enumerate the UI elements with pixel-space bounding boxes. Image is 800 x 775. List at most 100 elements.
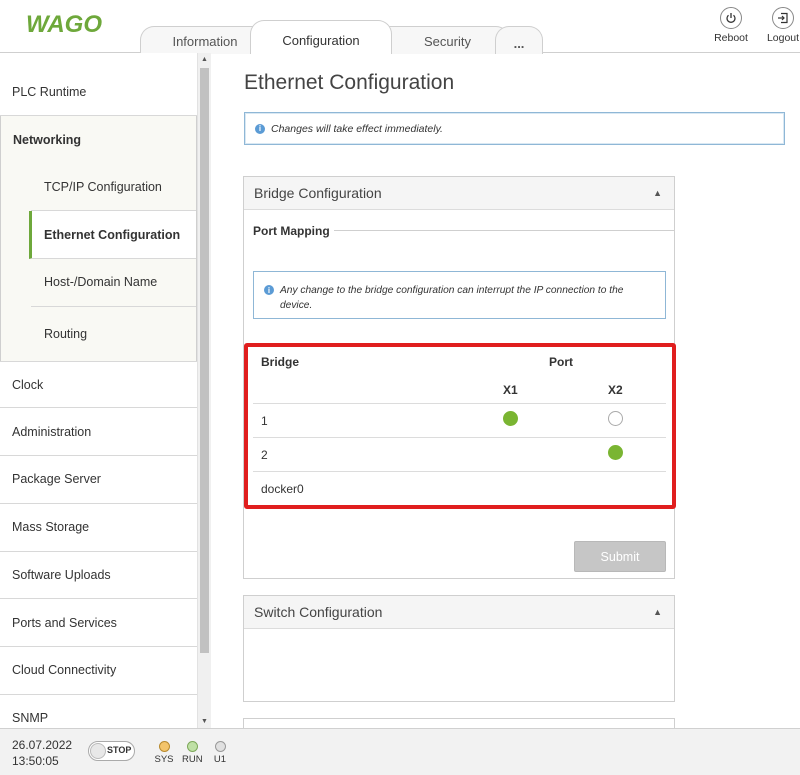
sidebar-subitem-label: Host-/Domain Name (44, 275, 158, 290)
sidebar-item-label: Software Uploads (12, 567, 111, 582)
column-header-x2: X2 (608, 383, 623, 397)
switch-panel-title: Switch Configuration (254, 604, 383, 620)
bridge-warning: i Any change to the bridge configuration… (253, 271, 666, 319)
collapsed-panel (243, 718, 675, 728)
sidebar-nav: PLC Runtime Networking TCP/IP Configurat… (0, 53, 197, 728)
logout-icon (772, 7, 794, 29)
sidebar-item-label: SNMP (12, 710, 49, 725)
info-notice-text: Changes will take effect immediately. (271, 122, 443, 135)
bridge-name: 2 (261, 448, 268, 462)
sidebar-subitem-routing[interactable]: Routing (31, 307, 196, 361)
led-label: SYS (154, 754, 174, 765)
sidebar-item-package-server[interactable]: Package Server (0, 456, 197, 504)
column-header-x1: X1 (503, 383, 518, 397)
radio-bridge1-x2[interactable] (608, 411, 623, 426)
sidebar-item-mass-storage[interactable]: Mass Storage (0, 504, 197, 552)
reboot-label: Reboot (714, 32, 748, 44)
table-row: 2 (253, 438, 666, 472)
radio-bridge2-x2[interactable] (608, 445, 623, 460)
column-header-port: Port (549, 355, 573, 369)
reboot-button[interactable]: Reboot (709, 7, 753, 44)
scrollbar-thumb[interactable] (200, 68, 209, 653)
led-indicator-icon (214, 741, 226, 752)
date-text: 26.07.2022 (12, 738, 73, 752)
scroll-up-arrow-icon[interactable]: ▲ (198, 53, 211, 66)
sidebar-scrollbar[interactable]: ▲ ▼ (197, 53, 211, 728)
wago-logo[interactable]: WAGO (26, 10, 106, 38)
sidebar-subitem-label: TCP/IP Configuration (44, 180, 162, 195)
logout-label: Logout (766, 32, 800, 44)
info-icon: i (255, 123, 265, 134)
sidebar-subitem-label: Ethernet Configuration (44, 227, 181, 242)
status-bar: 26.07.2022 13:50:05 STOP SYS RUN U1 (0, 728, 800, 775)
sidebar-item-label: Package Server (12, 472, 101, 487)
bridge-panel-title: Bridge Configuration (254, 185, 382, 201)
switch-panel-header[interactable]: Switch Configuration ▲ (244, 596, 674, 629)
tab-label: Configuration (282, 33, 360, 48)
led-sys: SYS (154, 741, 174, 765)
sidebar-subitem-tcpip[interactable]: TCP/IP Configuration (31, 164, 196, 212)
table-row: docker0 (253, 472, 666, 506)
sidebar-item-clock[interactable]: Clock (0, 360, 197, 409)
chevron-up-icon[interactable]: ▲ (653, 188, 662, 198)
bridge-name: docker0 (261, 482, 304, 496)
info-icon: i (264, 285, 274, 295)
fieldset-divider (330, 230, 674, 231)
bridge-name: 1 (261, 414, 268, 428)
sidebar-item-networking[interactable]: Networking (1, 116, 196, 164)
table-header-row: Bridge Port (253, 346, 666, 374)
tab-more[interactable]: ... (495, 26, 543, 54)
sidebar-item-cloud-connectivity[interactable]: Cloud Connectivity (0, 647, 197, 695)
power-icon (720, 7, 742, 29)
bridge-configuration-panel: Bridge Configuration ▲ Port Mapping i An… (243, 176, 676, 579)
main-content: Ethernet Configuration i Changes will ta… (211, 53, 800, 728)
logout-button[interactable]: Logout (761, 7, 800, 44)
led-u1: U1 (210, 741, 230, 765)
wago-logo-mark: WAGO (26, 11, 102, 38)
sidebar-item-label: PLC Runtime (12, 85, 87, 99)
bridge-panel-header[interactable]: Bridge Configuration ▲ (244, 177, 674, 210)
sidebar-item-label: Administration (12, 424, 92, 439)
sidebar-item-label: Mass Storage (12, 520, 90, 535)
svg-text:WAGO: WAGO (26, 11, 102, 36)
info-notice: i Changes will take effect immediately. (244, 112, 785, 145)
header: WAGO Information Security ... Configurat… (0, 0, 800, 54)
sidebar-subitem-hostname[interactable]: Host-/Domain Name (31, 259, 196, 307)
submit-button[interactable]: Submit (574, 541, 666, 572)
page-title: Ethernet Configuration (244, 71, 455, 94)
led-indicator-icon (158, 741, 170, 752)
led-run: RUN (182, 741, 203, 765)
tab-label: Information (172, 34, 238, 49)
sidebar-item-label: Networking (13, 132, 82, 147)
sidebar-item-label: Ports and Services (12, 615, 117, 630)
chevron-up-icon[interactable]: ▲ (653, 607, 662, 617)
sidebar-item-ports-services[interactable]: Ports and Services (0, 599, 197, 647)
column-header-bridge: Bridge (261, 355, 300, 369)
sidebar-subitem-label: Routing (44, 326, 88, 341)
sidebar-subitem-ethernet[interactable]: Ethernet Configuration (29, 211, 196, 260)
radio-bridge1-x1[interactable] (503, 411, 518, 426)
scroll-down-arrow-icon[interactable]: ▼ (198, 715, 211, 728)
table-subheader-row: X1 X2 (253, 374, 666, 404)
run-stop-switch[interactable]: STOP (88, 741, 135, 761)
tab-label: ... (513, 36, 525, 51)
sidebar-group-networking: Networking TCP/IP Configuration Ethernet… (0, 116, 197, 361)
time-text: 13:50:05 (12, 754, 59, 768)
sidebar: PLC Runtime Networking TCP/IP Configurat… (0, 53, 211, 728)
tab-label: Security (424, 34, 471, 49)
switch-configuration-panel: Switch Configuration ▲ (243, 595, 675, 702)
sidebar-item-label: Clock (12, 377, 44, 392)
led-indicator-icon (186, 741, 198, 752)
port-mapping-table: Bridge Port X1 X2 1 2 docker0 (253, 346, 666, 506)
stop-label: STOP (107, 745, 132, 755)
sidebar-item-snmp[interactable]: SNMP (0, 695, 197, 728)
datetime: 26.07.2022 13:50:05 (12, 737, 72, 769)
led-label: U1 (213, 754, 227, 765)
sidebar-item-plc-runtime[interactable]: PLC Runtime (0, 53, 197, 116)
sidebar-item-administration[interactable]: Administration (0, 408, 197, 457)
bridge-warning-text: Any change to the bridge configuration c… (280, 285, 624, 311)
switch-knob (90, 743, 106, 759)
tab-configuration[interactable]: Configuration (250, 20, 392, 54)
port-mapping-legend: Port Mapping (253, 224, 334, 238)
sidebar-item-software-uploads[interactable]: Software Uploads (0, 552, 197, 600)
